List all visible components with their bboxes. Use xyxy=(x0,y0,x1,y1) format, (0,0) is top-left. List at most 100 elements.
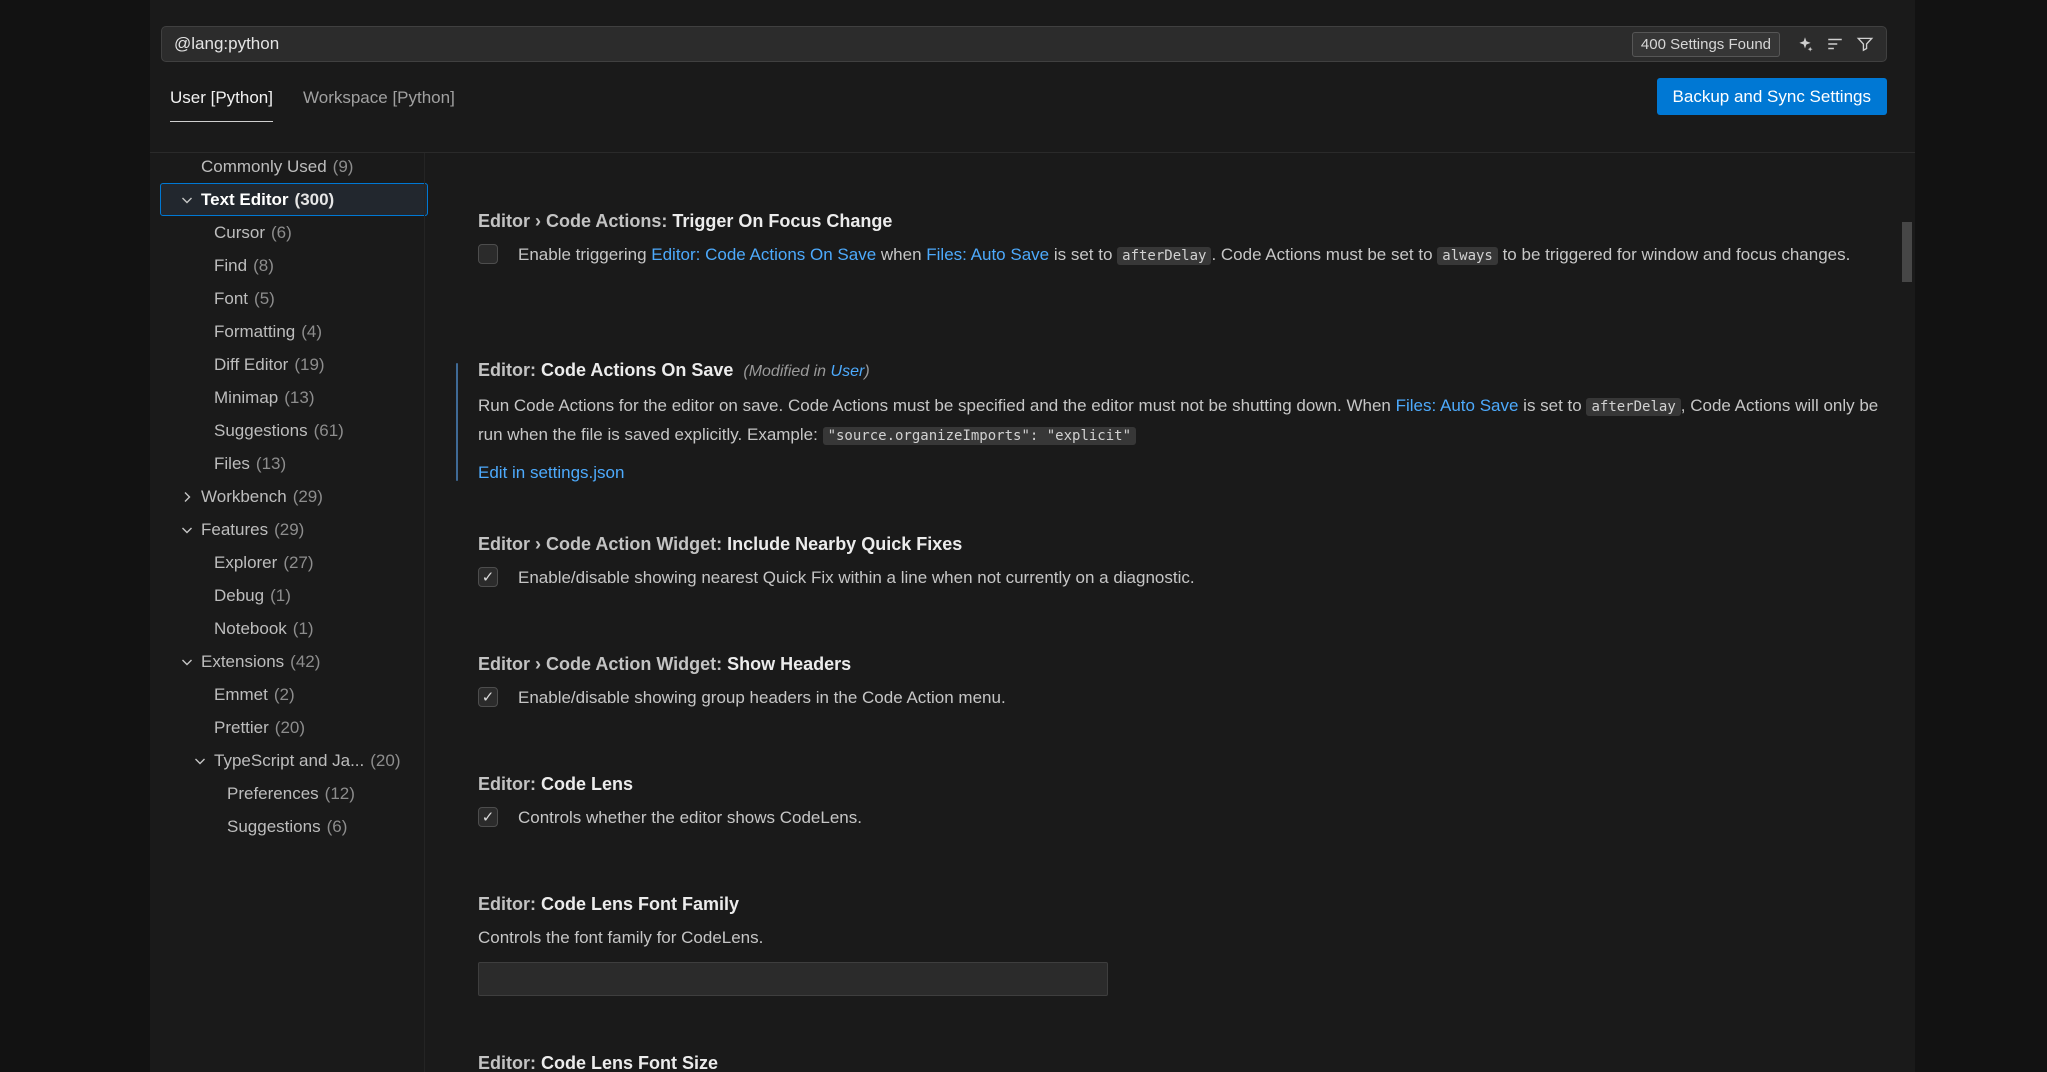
tab-workspace-python[interactable]: Workspace [Python] xyxy=(303,88,455,122)
description-text: Controls the font family for CodeLens. xyxy=(478,928,764,947)
settings-search-bar: 400 Settings Found xyxy=(161,26,1887,62)
checkbox-unchecked[interactable] xyxy=(478,244,498,264)
sparkle-icon[interactable] xyxy=(1791,31,1818,58)
toc-item-find[interactable]: Find (8) xyxy=(160,249,428,282)
toc-item-diff-editor[interactable]: Diff Editor (19) xyxy=(160,348,428,381)
toc-item-count: (13) xyxy=(255,453,287,473)
setting-category: Editor › Code Action Widget: xyxy=(478,534,728,554)
toc-item-notebook[interactable]: Notebook (1) xyxy=(160,612,428,645)
toc-item-workbench[interactable]: Workbench (29) xyxy=(160,480,428,513)
toc-item-count: (9) xyxy=(332,156,354,176)
edit-in-settings-json-link[interactable]: Edit in settings.json xyxy=(478,463,624,483)
description-text: to be triggered for window and focus cha… xyxy=(1497,245,1851,264)
toc-item-label: Preferences xyxy=(227,783,319,803)
description-text: is set to xyxy=(1049,245,1118,264)
setting-text-input[interactable] xyxy=(478,962,1108,996)
toc-item-typescript-and-ja[interactable]: TypeScript and Ja... (20) xyxy=(160,744,428,777)
scrollbar-thumb[interactable] xyxy=(1902,222,1912,282)
setting-title: Editor: Code Lens xyxy=(478,773,1898,795)
checkbox-checked[interactable]: ✓ xyxy=(478,567,498,587)
toc-item-suggestions[interactable]: Suggestions (61) xyxy=(160,414,428,447)
toc-item-label: Suggestions xyxy=(214,420,308,440)
setting-link[interactable]: Editor: Code Actions On Save xyxy=(651,245,876,264)
setting-trigger-on-focus-change: Editor › Code Actions: Trigger On Focus … xyxy=(478,210,1898,270)
modified-in-note: (Modified in User) xyxy=(743,363,869,380)
setting-link[interactable]: User xyxy=(831,363,865,380)
code-span: afterDelay xyxy=(1117,247,1212,265)
modified-indicator xyxy=(456,363,458,481)
toc-item-cursor[interactable]: Cursor (6) xyxy=(160,216,428,249)
toc-item-suggestions[interactable]: Suggestions (6) xyxy=(160,810,428,843)
setting-description: Enable triggering Editor: Code Actions O… xyxy=(518,241,1850,270)
setting-name: Show Headers xyxy=(727,654,852,674)
filter-icon[interactable] xyxy=(1851,31,1878,58)
setting-title: Editor › Code Action Widget: Include Nea… xyxy=(478,533,1898,555)
setting-title: Editor › Code Action Widget: Show Header… xyxy=(478,653,1898,675)
code-span: always xyxy=(1437,247,1498,265)
description-text: (Modified in xyxy=(743,363,831,380)
toc-item-prettier[interactable]: Prettier (20) xyxy=(160,711,428,744)
settings-list: Editor › Code Actions: Trigger On Focus … xyxy=(456,158,1898,1072)
toc-item-label: Explorer xyxy=(214,552,278,572)
toc-item-count: (300) xyxy=(294,189,335,209)
chevron-right-icon xyxy=(179,489,195,505)
setting-show-headers: Editor › Code Action Widget: Show Header… xyxy=(478,653,1898,712)
toc-item-debug[interactable]: Debug (1) xyxy=(160,579,428,612)
tab-user-python[interactable]: User [Python] xyxy=(170,88,273,122)
toc-item-count: (13) xyxy=(284,387,315,407)
toc-item-label: Debug xyxy=(214,585,265,605)
toc-item-label: Files xyxy=(214,453,250,473)
setting-category: Editor: xyxy=(478,1053,541,1072)
settings-search-input[interactable] xyxy=(174,34,1632,54)
setting-title: Editor: Code Lens Font Size xyxy=(478,1052,1898,1072)
description-text: . Code Actions must be set to xyxy=(1211,245,1438,264)
settings-scope-tabs: User [Python] Workspace [Python] xyxy=(170,88,455,122)
toc-list: Commonly Used (9) Text Editor (300) Cursor (6… xyxy=(160,150,428,843)
toc-item-label: Suggestions xyxy=(227,816,321,836)
toc-item-formatting[interactable]: Formatting (4) xyxy=(160,315,428,348)
setting-body: ✓ Enable/disable showing nearest Quick Fi… xyxy=(478,564,1898,592)
toc-item-label: Diff Editor xyxy=(214,354,289,374)
chevron-down-icon xyxy=(179,522,195,538)
toc-item-features[interactable]: Features (29) xyxy=(160,513,428,546)
toc-item-label: Cursor xyxy=(214,222,266,242)
toc-item-explorer[interactable]: Explorer (27) xyxy=(160,546,428,579)
code-span: afterDelay xyxy=(1586,398,1681,416)
toc-item-text-editor[interactable]: Text Editor (300) xyxy=(160,183,428,216)
toc-item-count: (29) xyxy=(274,519,305,539)
setting-description: Enable/disable showing group headers in … xyxy=(518,684,1006,712)
backup-and-sync-settings-button[interactable]: Backup and Sync Settings xyxy=(1656,78,1887,115)
setting-name: Code Lens Font Family xyxy=(541,894,740,914)
setting-name: Trigger On Focus Change xyxy=(672,211,893,231)
checkbox-checked[interactable]: ✓ xyxy=(478,687,498,707)
toc-item-minimap[interactable]: Minimap (13) xyxy=(160,381,428,414)
toc-item-label: Formatting xyxy=(214,321,296,341)
setting-link[interactable]: Files: Auto Save xyxy=(1396,396,1519,415)
setting-name: Code Lens Font Size xyxy=(541,1053,719,1072)
toc-item-count: (27) xyxy=(283,552,314,572)
toc-item-count: (42) xyxy=(290,651,321,671)
toc-item-commonly-used[interactable]: Commonly Used (9) xyxy=(160,150,428,183)
toc-item-font[interactable]: Font (5) xyxy=(160,282,428,315)
check-icon: ✓ xyxy=(481,688,495,706)
clear-search-filters-icon[interactable] xyxy=(1821,31,1848,58)
setting-category: Editor › Code Actions: xyxy=(478,211,673,231)
check-icon: ✓ xyxy=(481,568,495,586)
toc-item-preferences[interactable]: Preferences (12) xyxy=(160,777,428,810)
toc-item-emmet[interactable]: Emmet (2) xyxy=(160,678,428,711)
toc-item-files[interactable]: Files (13) xyxy=(160,447,428,480)
toc-item-count: (20) xyxy=(370,750,401,770)
toc-item-count: (6) xyxy=(271,222,292,242)
setting-link[interactable]: Files: Auto Save xyxy=(926,245,1049,264)
description-text: Enable/disable showing group headers in … xyxy=(518,688,1006,707)
toc-item-label: Minimap xyxy=(214,387,279,407)
checkbox-checked[interactable]: ✓ xyxy=(478,807,498,827)
toc-item-extensions[interactable]: Extensions (42) xyxy=(160,645,428,678)
